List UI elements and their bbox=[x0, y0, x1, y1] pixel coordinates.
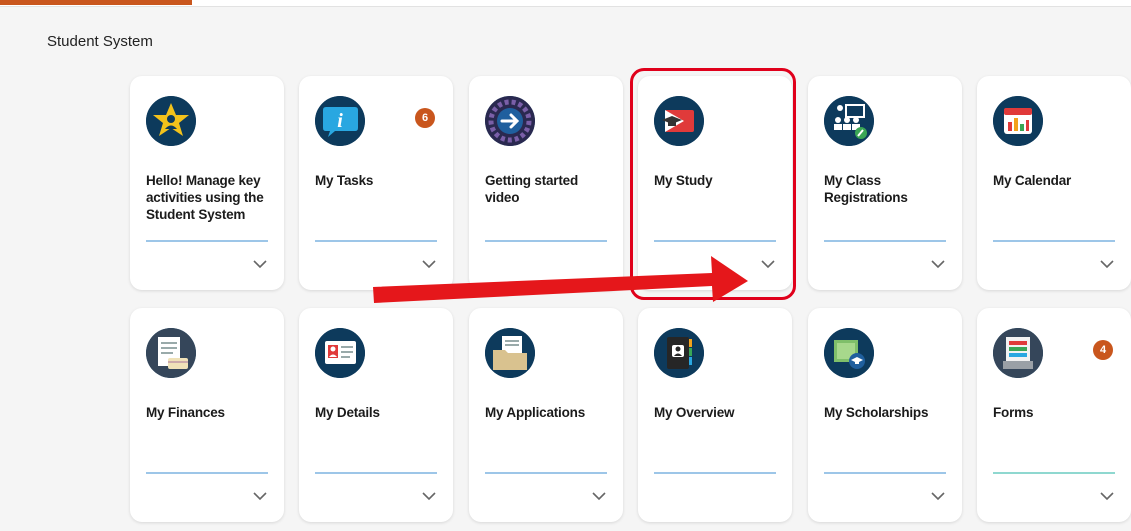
folder-icon bbox=[485, 328, 535, 378]
tile-my-overview[interactable]: My Overview bbox=[638, 308, 792, 522]
chevron-down-icon[interactable] bbox=[419, 488, 439, 504]
tile-my-applications[interactable]: My Applications bbox=[469, 308, 623, 522]
tile-label: My Class Registrations bbox=[824, 173, 908, 205]
tile-label: My Applications bbox=[485, 405, 586, 420]
info-bubble-icon: i bbox=[315, 96, 365, 146]
chevron-down-icon[interactable] bbox=[589, 488, 609, 504]
tile-label: My Details bbox=[315, 405, 380, 420]
chevron-down-icon[interactable] bbox=[928, 488, 948, 504]
chevron-down-icon[interactable] bbox=[758, 256, 778, 272]
tile-label: My Scholarships bbox=[824, 405, 929, 420]
divider bbox=[993, 472, 1115, 474]
notebook-icon bbox=[654, 328, 704, 378]
notification-badge: 4 bbox=[1093, 340, 1113, 360]
calendar-icon bbox=[993, 96, 1043, 146]
tile-forms[interactable]: 4 Forms bbox=[977, 308, 1131, 522]
tile-my-calendar[interactable]: My Calendar bbox=[977, 76, 1131, 290]
divider bbox=[315, 472, 437, 474]
arrow-circle-icon bbox=[485, 96, 535, 146]
svg-text:i: i bbox=[337, 110, 343, 132]
tile-getting-started-video[interactable]: Getting started video bbox=[469, 76, 623, 290]
divider bbox=[146, 240, 268, 242]
graduation-cap-icon bbox=[654, 96, 704, 146]
tile-label: My Finances bbox=[146, 405, 225, 420]
tile-label: My Tasks bbox=[315, 173, 374, 188]
active-tab-indicator bbox=[0, 0, 192, 5]
classroom-icon bbox=[824, 96, 874, 146]
scholarship-icon bbox=[824, 328, 874, 378]
tile-hello[interactable]: Hello! Manage key activities using the S… bbox=[130, 76, 284, 290]
forms-icon bbox=[993, 328, 1043, 378]
id-card-icon bbox=[315, 328, 365, 378]
divider bbox=[654, 240, 776, 242]
divider bbox=[654, 472, 776, 474]
tile-label: Getting started video bbox=[485, 173, 579, 205]
finance-document-icon bbox=[146, 328, 196, 378]
tile-label: My Overview bbox=[654, 405, 735, 420]
tile-label: Forms bbox=[993, 405, 1034, 420]
tile-label: My Calendar bbox=[993, 173, 1072, 188]
tile-label: Hello! Manage key activities using the S… bbox=[146, 173, 264, 222]
star-person-icon bbox=[146, 96, 196, 146]
divider bbox=[485, 472, 607, 474]
tile-my-tasks[interactable]: i 6 My Tasks bbox=[299, 76, 453, 290]
tile-my-study[interactable]: My Study bbox=[638, 76, 792, 290]
tile-my-class-registrations[interactable]: My Class Registrations bbox=[808, 76, 962, 290]
divider bbox=[824, 240, 946, 242]
divider bbox=[146, 472, 268, 474]
divider bbox=[993, 240, 1115, 242]
notification-badge: 6 bbox=[415, 108, 435, 128]
chevron-down-icon[interactable] bbox=[250, 488, 270, 504]
divider bbox=[824, 472, 946, 474]
tile-label: My Study bbox=[654, 173, 713, 188]
section-title: Student System bbox=[47, 33, 153, 50]
divider bbox=[315, 240, 437, 242]
chevron-down-icon[interactable] bbox=[250, 256, 270, 272]
tile-my-scholarships[interactable]: My Scholarships bbox=[808, 308, 962, 522]
tile-my-details[interactable]: My Details bbox=[299, 308, 453, 522]
chevron-down-icon[interactable] bbox=[1097, 488, 1117, 504]
top-bar bbox=[0, 0, 1131, 7]
tile-my-finances[interactable]: My Finances bbox=[130, 308, 284, 522]
chevron-down-icon[interactable] bbox=[1097, 256, 1117, 272]
chevron-down-icon[interactable] bbox=[419, 256, 439, 272]
divider bbox=[485, 240, 607, 242]
chevron-down-icon[interactable] bbox=[928, 256, 948, 272]
